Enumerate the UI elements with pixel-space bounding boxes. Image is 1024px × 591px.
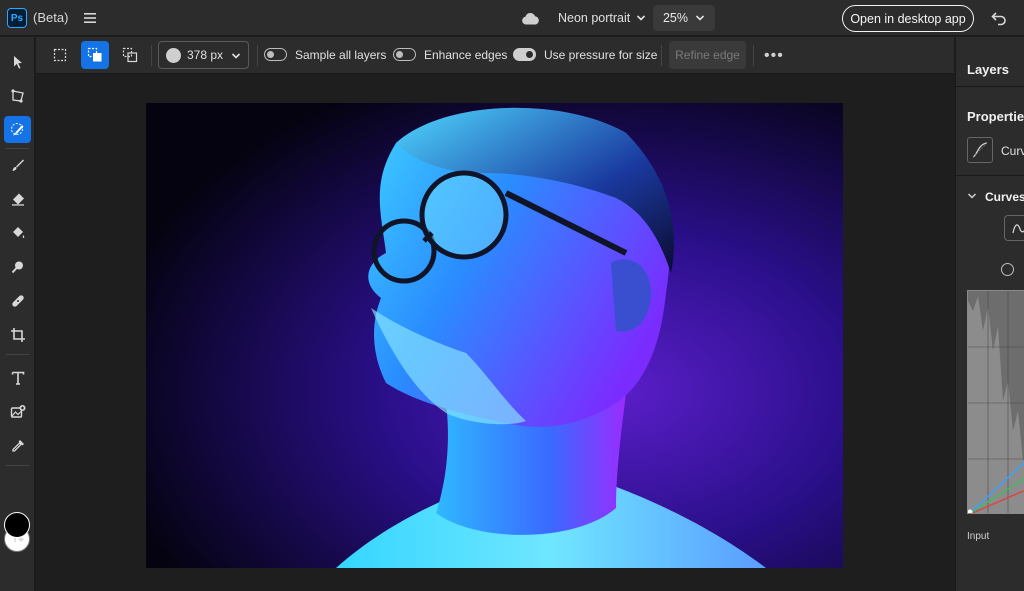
canvas-area[interactable] — [36, 75, 954, 591]
quick-selection-brush-icon — [10, 122, 23, 135]
curve-point-icon — [1012, 224, 1024, 234]
add-selection-icon — [87, 47, 102, 62]
document-title: Neon portrait — [558, 11, 631, 25]
brush-size-value: 378 px — [187, 48, 224, 62]
sample-all-layers-toggle[interactable] — [264, 48, 287, 61]
more-options-icon[interactable]: ••• — [764, 47, 784, 65]
options-divider — [661, 45, 662, 66]
curves-layer-label: Curv — [1001, 144, 1024, 158]
brush-size-dropdown[interactable]: 378 px — [158, 41, 249, 69]
brush-preview-icon — [166, 47, 181, 63]
chevron-down-icon — [231, 53, 241, 59]
crop-icon — [10, 327, 25, 342]
eyedropper-tool[interactable] — [4, 432, 31, 459]
open-in-desktop-button[interactable]: Open in desktop app — [842, 5, 974, 32]
document-image[interactable] — [146, 103, 843, 568]
enhance-edges-label: Enhance edges — [424, 48, 508, 62]
transform-tool[interactable] — [4, 82, 31, 109]
spot-heal-icon — [11, 261, 23, 273]
new-selection-button[interactable] — [46, 41, 74, 69]
curve-edit-button[interactable] — [1004, 215, 1024, 241]
eraser-tool[interactable] — [4, 185, 31, 212]
bandage-icon — [11, 294, 24, 307]
crop-tool[interactable] — [4, 321, 31, 348]
type-tool[interactable] — [4, 364, 31, 391]
undo-icon[interactable] — [990, 9, 1008, 27]
options-divider — [257, 45, 258, 66]
rectangle-selection-icon — [53, 48, 67, 62]
panel-divider — [956, 175, 1024, 176]
arrow-pointer-icon — [13, 55, 22, 69]
zoom-dropdown[interactable]: 25% — [653, 5, 715, 31]
hamburger-menu-icon[interactable] — [82, 10, 98, 26]
add-image-icon — [10, 404, 25, 418]
spot-heal-tool[interactable] — [4, 253, 31, 280]
subtract-selection-icon — [122, 47, 138, 63]
add-image-tool[interactable] — [4, 398, 31, 425]
channel-radio[interactable] — [1001, 263, 1014, 276]
brush-tool[interactable] — [4, 151, 31, 178]
chevron-down-icon[interactable] — [967, 191, 977, 201]
enhance-edges-toggle[interactable] — [393, 48, 416, 61]
cloud-icon — [522, 12, 539, 24]
sample-all-layers-label: Sample all layers — [295, 48, 387, 62]
zoom-level: 25% — [662, 11, 689, 25]
use-pressure-label: Use pressure for size — [544, 48, 658, 62]
eraser-icon — [11, 193, 24, 206]
subtract-from-selection-button[interactable] — [116, 41, 144, 69]
toolbar-divider — [6, 148, 29, 149]
move-tool[interactable] — [4, 48, 31, 75]
curves-input-label: Input — [967, 531, 990, 542]
refine-edge-button[interactable]: Refine edge — [669, 41, 746, 69]
brush-icon — [12, 159, 24, 171]
chevron-down-icon — [637, 15, 646, 21]
add-to-selection-button[interactable] — [81, 41, 109, 69]
options-divider — [753, 45, 754, 66]
right-panel: Layers Properties Curv Curves Input — [955, 37, 1024, 591]
options-divider — [151, 45, 152, 66]
document-title-dropdown[interactable]: Neon portrait — [521, 8, 646, 28]
portrait-image — [146, 103, 843, 568]
paint-bucket-tool[interactable] — [4, 219, 31, 246]
curves-adjustment-icon — [967, 137, 993, 163]
beta-label: (Beta) — [33, 10, 69, 25]
quick-selection-tool[interactable] — [4, 116, 31, 143]
curves-graph[interactable] — [967, 290, 1024, 514]
layers-panel-title[interactable]: Layers — [967, 62, 1009, 77]
curves-section-title[interactable]: Curves — [985, 190, 1024, 204]
type-icon — [11, 371, 24, 385]
panel-divider — [956, 86, 1024, 87]
transform-icon — [10, 88, 24, 103]
toolbar-divider — [6, 354, 29, 355]
eyedropper-icon — [11, 439, 24, 452]
use-pressure-toggle[interactable] — [513, 48, 536, 61]
foreground-color-swatch[interactable] — [4, 512, 30, 538]
clone-stamp-tool[interactable] — [4, 287, 31, 314]
paint-bucket-icon — [12, 226, 24, 238]
top-bar: Ps (Beta) Neon portrait 25% Open in desk… — [0, 0, 1024, 36]
photoshop-logo[interactable]: Ps — [7, 8, 27, 28]
left-toolbar — [0, 37, 35, 591]
histogram-graph — [968, 291, 1024, 513]
chevron-down-icon — [695, 15, 705, 21]
toolbar-divider — [6, 465, 29, 466]
properties-panel-title: Properties — [967, 109, 1024, 124]
options-bar: 378 px Sample all layers Enhance edges U… — [36, 37, 954, 74]
